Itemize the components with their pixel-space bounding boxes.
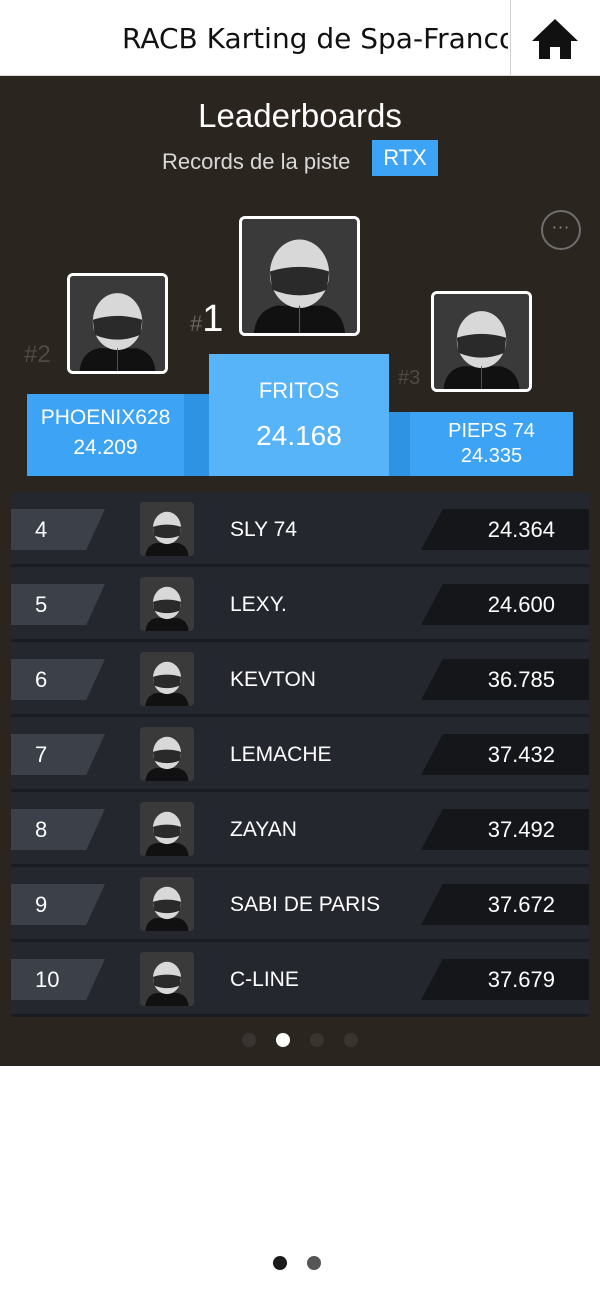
row-name: SABI DE PARIS: [230, 893, 381, 916]
helmet-icon: [242, 219, 357, 333]
row-time: 37.679: [487, 967, 555, 992]
podium-time: 24.335: [460, 445, 523, 467]
row-rank: 4: [35, 517, 48, 542]
leaderboard-title: Leaderboards: [198, 97, 402, 134]
avatar-second: [67, 273, 168, 374]
table-row[interactable]: 8 ZAYAN 37.492: [11, 792, 589, 867]
app-header: RACB Karting de Spa-Francor...: [0, 0, 600, 76]
helmet-icon: [140, 952, 194, 1006]
row-name: ZAYAN: [230, 818, 297, 841]
rank-label-third: #3: [398, 367, 421, 389]
rank-tab: [11, 509, 105, 550]
rank-tab: [11, 734, 105, 775]
table-row[interactable]: 6 KEVTON 36.785: [11, 642, 589, 717]
rank-tab: [11, 659, 105, 700]
podium-time: 24.209: [73, 436, 138, 459]
row-time: 24.364: [487, 517, 555, 542]
row-time: 37.672: [487, 892, 555, 917]
rank-hash: #: [190, 311, 203, 336]
rank-label-first: #1: [190, 298, 223, 341]
podium-name: FRITOS: [258, 378, 340, 403]
helmet-icon: [70, 276, 165, 371]
helmet-icon: [140, 502, 194, 556]
pagination-dot[interactable]: [242, 1033, 256, 1047]
row-name: LEMACHE: [230, 743, 332, 766]
row-name: KEVTON: [230, 668, 316, 691]
table-row[interactable]: 10 C-LINE 37.679: [11, 942, 589, 1017]
row-time: 36.785: [487, 667, 555, 692]
podium-time: 24.168: [256, 420, 342, 451]
row-name: LEXY.: [230, 593, 287, 616]
row-rank: 10: [35, 967, 60, 992]
helmet-icon: [434, 294, 529, 389]
home-icon[interactable]: [530, 17, 580, 61]
helmet-icon: [140, 727, 194, 781]
page-indicator: [0, 1254, 600, 1272]
pagination-dot[interactable]: [344, 1033, 358, 1047]
avatar-first: [239, 216, 360, 336]
rank-number: 1: [202, 298, 224, 340]
podium-name: PIEPS 74: [448, 420, 535, 442]
podium-third-shade: [389, 412, 410, 476]
row-rank: 7: [35, 742, 48, 767]
page-title: RACB Karting de Spa-Francor...: [122, 22, 508, 55]
leaderboard-pagination: [0, 1031, 600, 1051]
category-badge[interactable]: RTX: [372, 140, 438, 176]
leaderboard-panel: Leaderboards Records de la piste RTX ···: [0, 76, 600, 1066]
header-divider: [510, 0, 511, 75]
rank-tab: [11, 809, 105, 850]
page-dot[interactable]: [307, 1256, 321, 1270]
row-rank: 6: [35, 667, 48, 692]
table-row[interactable]: 7 LEMACHE 37.432: [11, 717, 589, 792]
podium-second[interactable]: PHOENIX628 24.209: [27, 394, 184, 476]
row-rank: 8: [35, 817, 48, 842]
rank-label-second: #2: [24, 341, 51, 368]
leaderboard-subtitle: Records de la piste: [162, 149, 351, 174]
row-name: SLY 74: [230, 518, 297, 541]
page-dot-active[interactable]: [273, 1256, 287, 1270]
helmet-icon: [140, 577, 194, 631]
helmet-icon: [140, 877, 194, 931]
row-time: 37.432: [487, 742, 555, 767]
podium-first[interactable]: FRITOS 24.168: [209, 354, 389, 476]
rank-tab: [11, 884, 105, 925]
avatar-third: [431, 291, 532, 392]
table-row[interactable]: 9 SABI DE PARIS 37.672: [11, 867, 589, 942]
table-row[interactable]: 4 SLY 74 24.364: [11, 492, 589, 567]
helmet-icon: [140, 652, 194, 706]
helmet-icon: [140, 802, 194, 856]
table-row[interactable]: 5 LEXY. 24.600: [11, 567, 589, 642]
row-rank: 5: [35, 592, 48, 617]
more-icon[interactable]: ···: [541, 210, 581, 250]
row-time: 37.492: [487, 817, 555, 842]
podium-second-shade: [184, 394, 209, 476]
rank-tab: [11, 584, 105, 625]
pagination-dot-active[interactable]: [276, 1033, 290, 1047]
row-time: 24.600: [487, 592, 555, 617]
podium-name: PHOENIX628: [40, 406, 171, 429]
pagination-dot[interactable]: [310, 1033, 324, 1047]
row-name: C-LINE: [230, 968, 299, 991]
row-rank: 9: [35, 892, 48, 917]
podium-third[interactable]: PIEPS 74 24.335: [410, 412, 573, 476]
leaderboard-list[interactable]: 4 SLY 74 24.364 5 LEXY. 24.600 6 KEVTON …: [11, 492, 589, 1017]
